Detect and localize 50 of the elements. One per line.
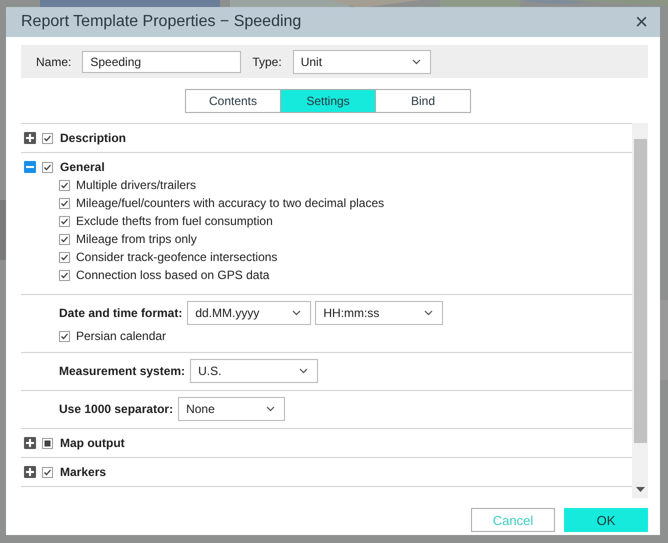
section-title: Map output	[60, 436, 125, 450]
expand-icon[interactable]	[24, 466, 36, 478]
dropdown[interactable]: U.S.	[190, 359, 318, 383]
section-title: General	[60, 160, 105, 174]
tab[interactable]: Bind	[375, 89, 471, 113]
chevron-icon	[412, 58, 421, 64]
checkbox[interactable]	[42, 438, 53, 448]
section-title: Description	[60, 131, 126, 145]
setting-label: Measurement system:	[59, 364, 186, 378]
dropdown[interactable]: None	[178, 397, 286, 421]
name-field[interactable]: Speeding	[82, 50, 242, 72]
expand-icon[interactable]	[24, 132, 36, 144]
dropdown[interactable]: dd.MM.yyyy	[187, 301, 312, 325]
tab[interactable]: Contents	[185, 89, 281, 113]
checkbox[interactable]	[59, 330, 70, 342]
ok-button[interactable]: OK	[564, 508, 648, 532]
scrollbar-thumb[interactable]	[634, 139, 646, 443]
checkbox[interactable]	[59, 252, 70, 262]
option-label: Multiple drivers/trailers	[76, 178, 196, 192]
chevron-icon	[266, 406, 276, 412]
checkbox[interactable]	[59, 180, 70, 190]
type-dropdown[interactable]: Unit	[292, 50, 431, 74]
option-label: Mileage from trips only	[76, 232, 197, 246]
scroll-down-icon[interactable]	[636, 487, 644, 492]
dropdown[interactable]: HH:mm:ss	[315, 301, 444, 325]
section-title: Markers	[60, 465, 106, 479]
option-label: Persian calendar	[76, 329, 166, 343]
window-title: Report Template Properties − Speeding	[21, 13, 302, 31]
option-label: Connection loss based on GPS data	[76, 268, 270, 282]
option-label: Exclude thefts from fuel consumption	[76, 214, 273, 228]
checkbox[interactable]	[42, 162, 53, 172]
checkbox[interactable]	[59, 234, 70, 244]
tab[interactable]: Settings	[280, 89, 376, 113]
close-button[interactable]: ×	[635, 11, 648, 33]
chevron-icon	[299, 368, 308, 374]
checkbox[interactable]	[42, 466, 53, 478]
option-label: Mileage/fuel/counters with accuracy to two decimal places	[76, 196, 384, 210]
chevron-icon	[292, 310, 302, 316]
field-label: Type:	[252, 54, 282, 68]
checkbox[interactable]	[59, 216, 70, 226]
checkbox[interactable]	[59, 270, 70, 280]
chevron-icon	[424, 310, 434, 316]
checkbox[interactable]	[42, 132, 53, 144]
expand-icon[interactable]	[24, 437, 36, 449]
setting-label: Date and time format:	[59, 306, 182, 320]
field-label: Name:	[36, 54, 72, 68]
checkbox[interactable]	[59, 198, 70, 208]
setting-label: Use 1000 separator:	[59, 402, 174, 416]
collapse-icon[interactable]	[24, 161, 36, 173]
option-label: Consider track-geofence intersections	[76, 250, 278, 264]
